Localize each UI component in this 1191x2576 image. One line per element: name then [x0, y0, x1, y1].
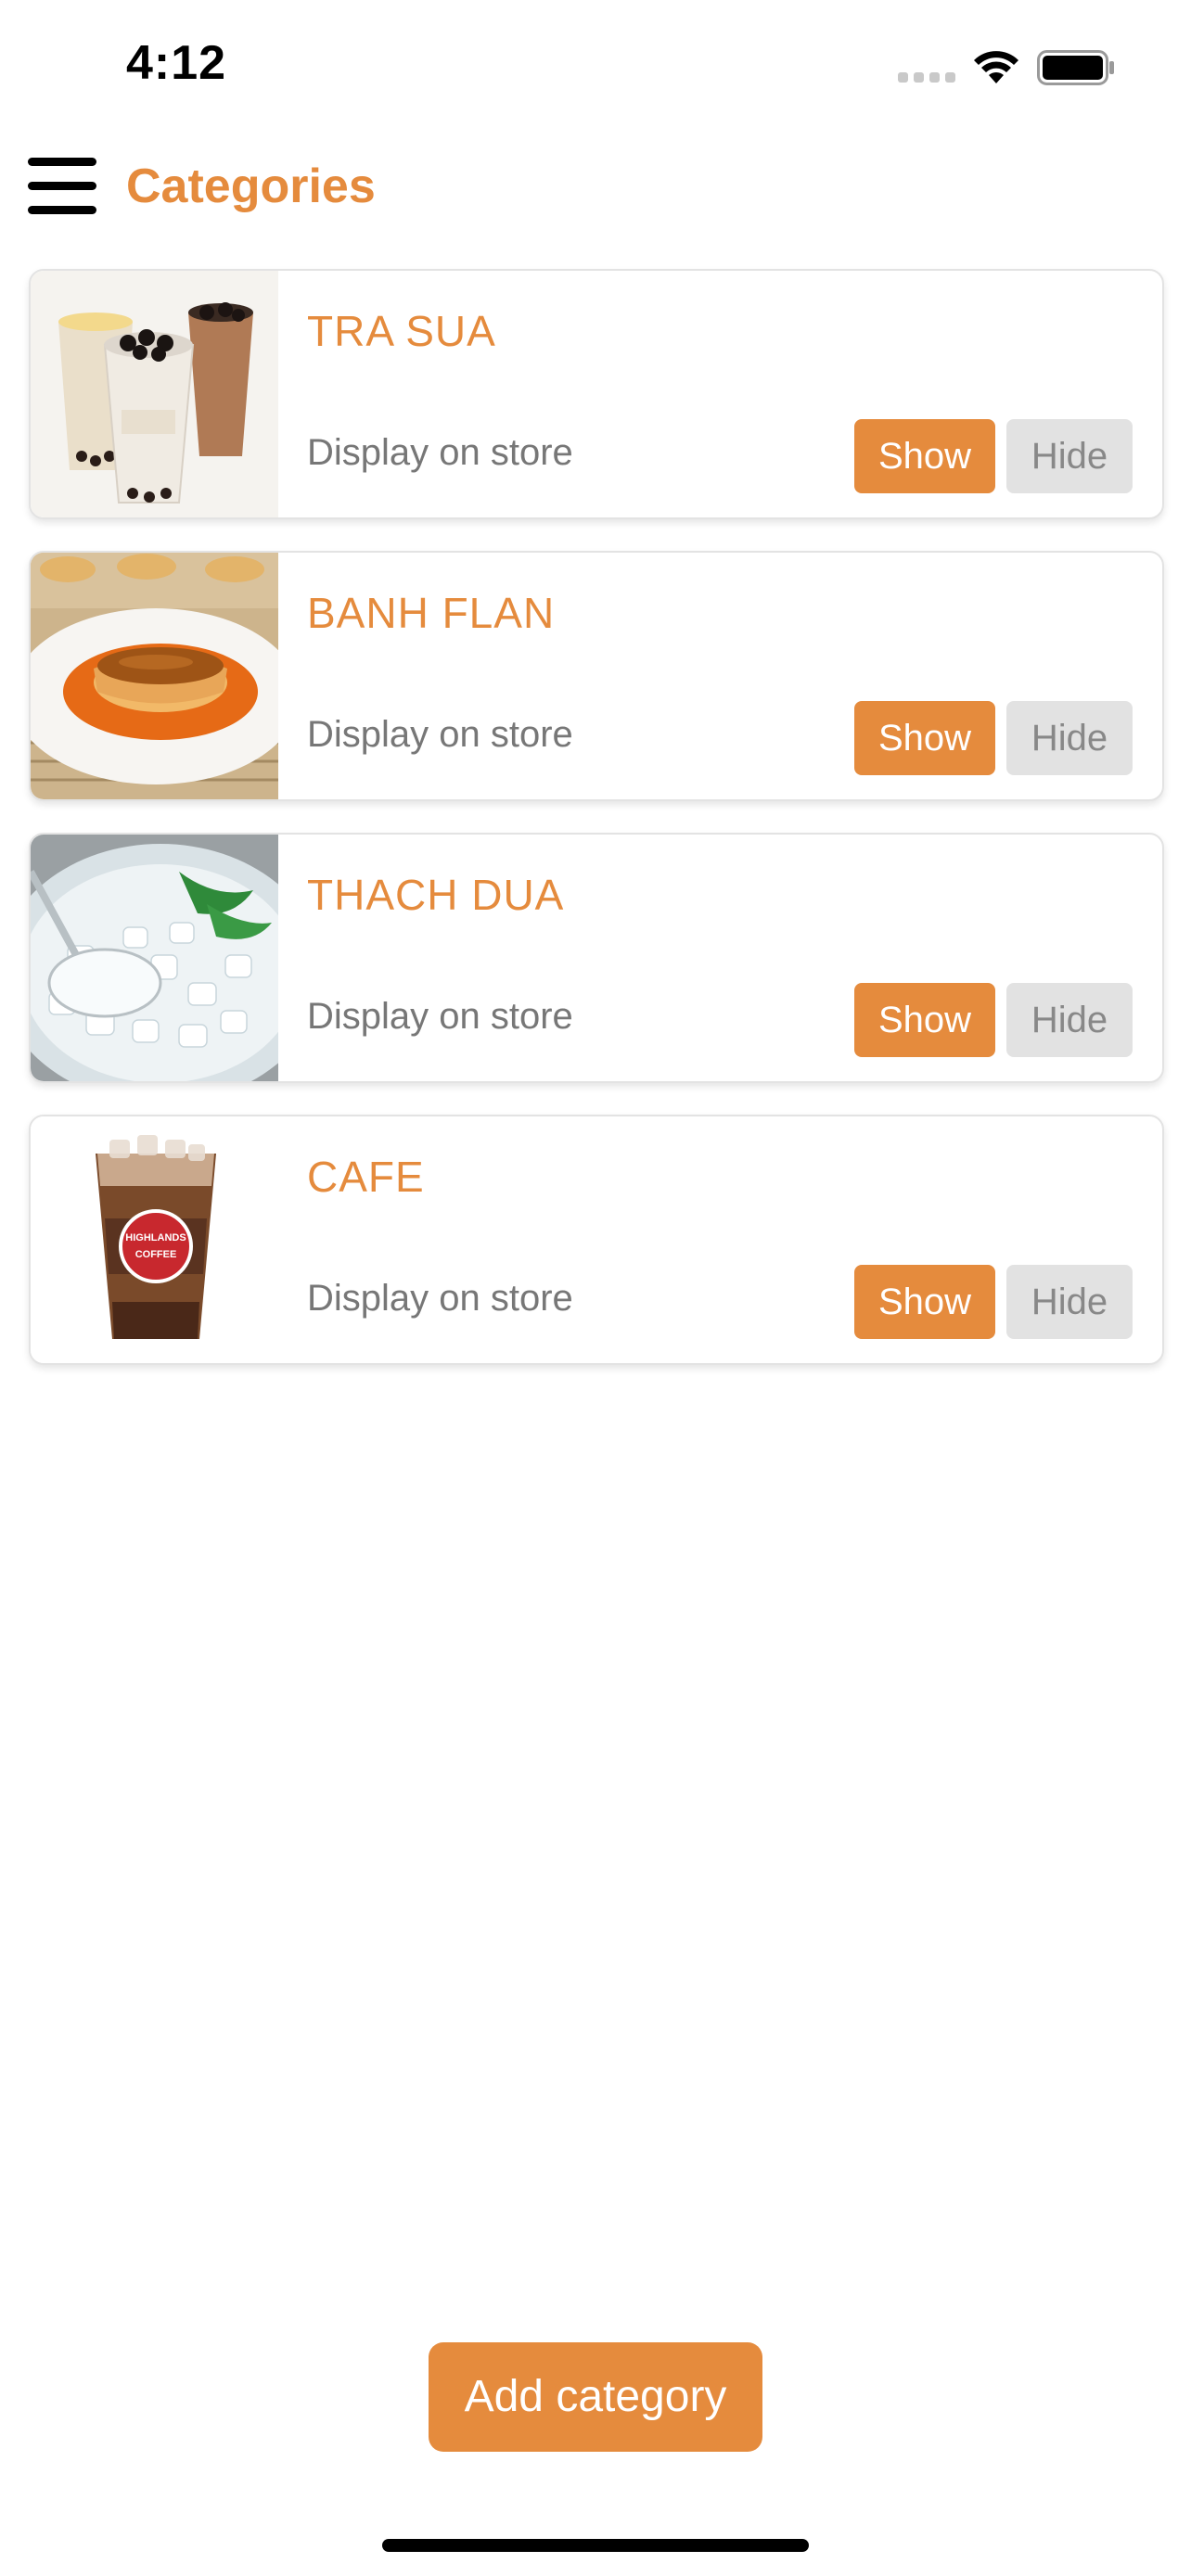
- hide-button[interactable]: Hide: [1006, 701, 1133, 775]
- category-name: TRA SUA: [307, 307, 496, 355]
- display-on-store-label: Display on store: [307, 714, 573, 755]
- status-time: 4:12: [126, 36, 227, 90]
- coconut-jelly-image: [31, 835, 278, 1081]
- display-on-store-label: Display on store: [307, 996, 573, 1037]
- display-on-store-label: Display on store: [307, 1278, 573, 1319]
- flan-image: [31, 553, 278, 799]
- show-button[interactable]: Show: [854, 1265, 995, 1339]
- hide-button[interactable]: Hide: [1006, 1265, 1133, 1339]
- iced-coffee-image: HIGHLANDS COFFEE: [31, 1116, 278, 1363]
- cup-logo-text: HIGHLANDS: [125, 1232, 186, 1243]
- category-card-tra-sua: TRA SUA Display on store Show Hide: [29, 269, 1164, 519]
- page-title: Categories: [126, 159, 376, 213]
- category-list: TRA SUA Display on store Show Hide BANH …: [29, 269, 1164, 1396]
- app-header: Categories: [0, 139, 1191, 250]
- category-name: BANH FLAN: [307, 589, 556, 637]
- hamburger-menu-icon[interactable]: [28, 158, 96, 215]
- wifi-icon: [974, 51, 1018, 83]
- cup-logo-text: COFFEE: [135, 1249, 177, 1260]
- category-card-banh-flan: BANH FLAN Display on store Show Hide: [29, 551, 1164, 801]
- status-bar: 4:12: [0, 0, 1191, 139]
- show-button[interactable]: Show: [854, 983, 995, 1057]
- category-name: CAFE: [307, 1153, 425, 1201]
- category-card-thach-dua: THACH DUA Display on store Show Hide: [29, 833, 1164, 1083]
- milk-tea-image: [31, 271, 278, 517]
- display-on-store-label: Display on store: [307, 432, 573, 473]
- category-name: THACH DUA: [307, 871, 565, 919]
- category-card-cafe: HIGHLANDS COFFEE CAFE Display on store S…: [29, 1115, 1164, 1365]
- add-category-button[interactable]: Add category: [429, 2342, 762, 2452]
- show-button[interactable]: Show: [854, 419, 995, 493]
- show-button[interactable]: Show: [854, 701, 995, 775]
- hide-button[interactable]: Hide: [1006, 419, 1133, 493]
- battery-icon: [1037, 50, 1114, 85]
- hide-button[interactable]: Hide: [1006, 983, 1133, 1057]
- home-indicator[interactable]: [382, 2539, 809, 2552]
- cellular-signal-icon: [898, 72, 955, 83]
